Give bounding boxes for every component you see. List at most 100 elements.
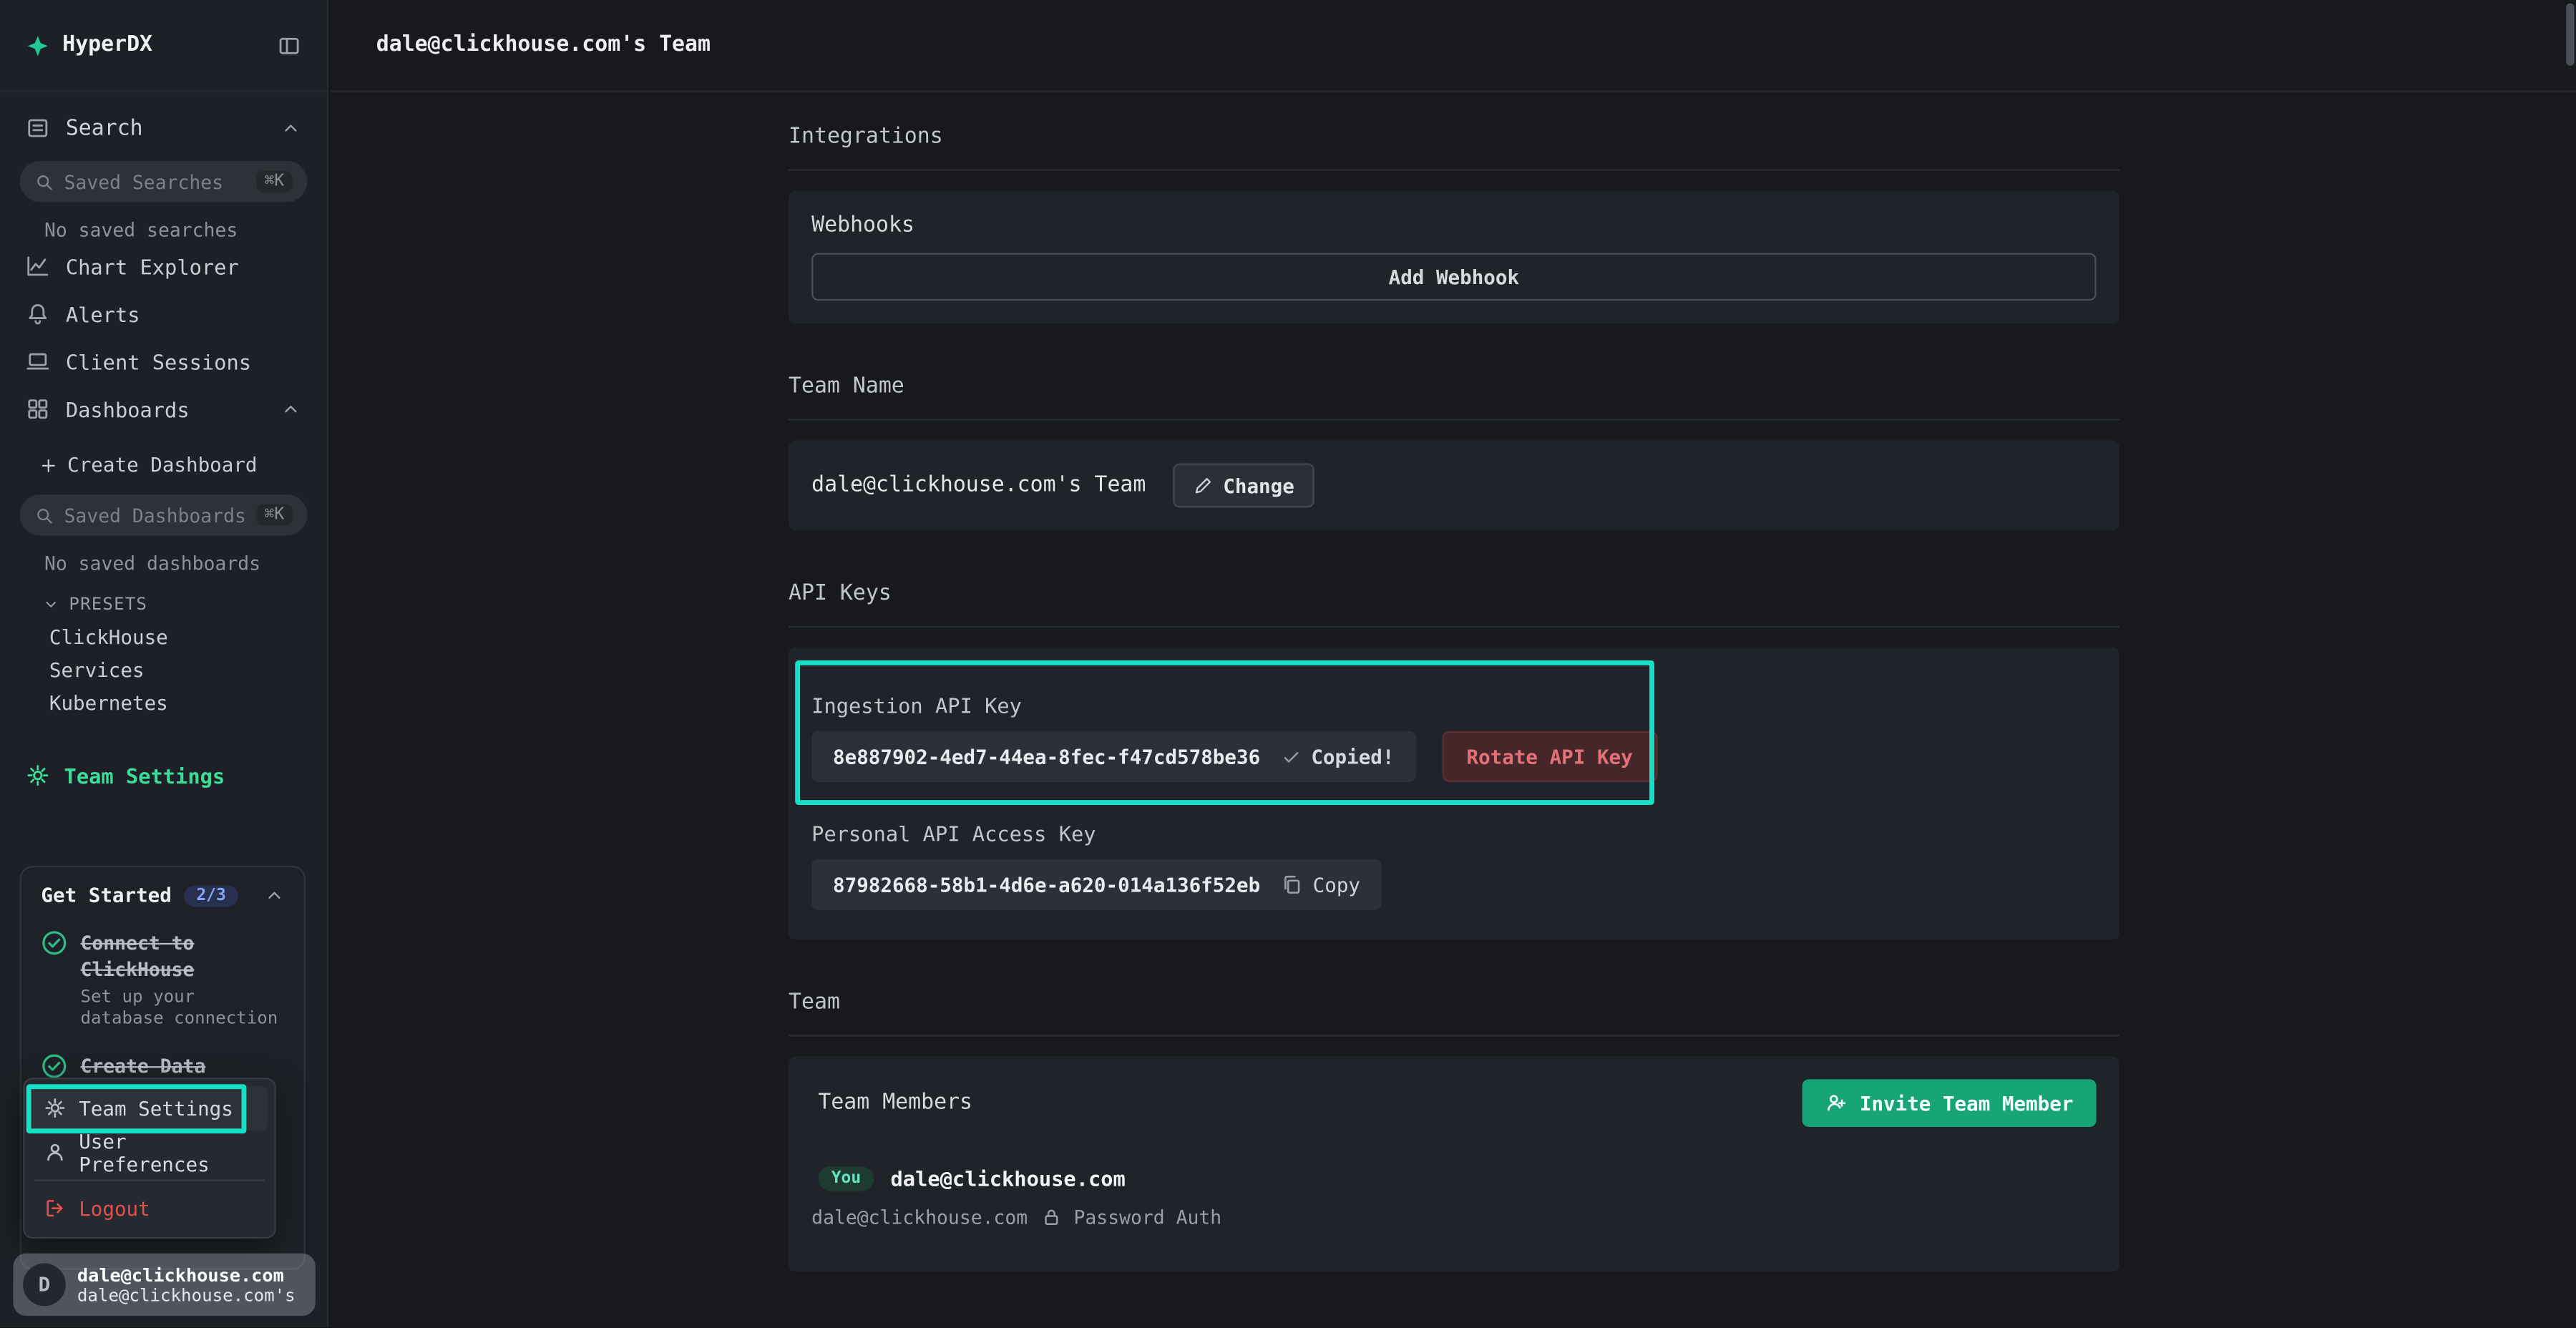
team-name-card: dale@clickhouse.com's Team Change <box>789 440 2119 530</box>
alerts-label: Alerts <box>66 301 140 326</box>
member-email: dale@clickhouse.com <box>811 1206 1028 1229</box>
get-started-item-title: Connect to ClickHouse <box>80 932 194 981</box>
gear-icon <box>44 1098 66 1119</box>
scrollbar-thumb[interactable] <box>2566 4 2574 66</box>
chevron-up-icon[interactable] <box>265 885 285 905</box>
search-icon <box>34 172 54 192</box>
ingestion-key-box[interactable]: 8e887902-4ed7-44ea-8fec-f47cd578be36 Cop… <box>811 731 1415 782</box>
grid-icon <box>26 398 49 421</box>
team-heading: Team <box>789 990 2119 1036</box>
main-area: dale@clickhouse.com's Team Integrations … <box>330 0 2575 1327</box>
sidebar-item-team-settings[interactable]: Team Settings <box>0 753 327 799</box>
add-webhook-button[interactable]: Add Webhook <box>811 253 2096 301</box>
user-team-name: dale@clickhouse.com's <box>77 1286 296 1306</box>
team-name-heading: Team Name <box>789 374 2119 420</box>
client-sessions-label: Client Sessions <box>66 349 251 374</box>
saved-searches-input[interactable]: Saved Searches ⌘K <box>20 161 308 202</box>
team-member-row: You dale@clickhouse.com <box>818 1166 2096 1191</box>
user-account-button[interactable]: D dale@clickhouse.com dale@clickhouse.co… <box>13 1254 315 1316</box>
preset-clickhouse[interactable]: ClickHouse <box>0 621 327 654</box>
copied-label: Copied! <box>1311 745 1394 768</box>
preset-kubernetes[interactable]: Kubernetes <box>0 687 327 720</box>
chevron-down-icon <box>43 596 59 612</box>
api-keys-card: Ingestion API Key 8e887902-4ed7-44ea-8fe… <box>789 648 2119 940</box>
get-started-item[interactable]: Connect to ClickHouse Set up your databa… <box>41 929 284 1030</box>
sidebar-item-alerts[interactable]: Alerts <box>0 290 327 336</box>
get-started-item-desc: Set up your database connection <box>80 987 284 1030</box>
app-window: HyperDX Search Saved Searches ⌘K No save… <box>0 0 2576 1327</box>
hyperdx-logo-icon <box>26 34 49 57</box>
dashboards-label: Dashboards <box>66 396 190 421</box>
change-team-name-button[interactable]: Change <box>1172 463 1314 507</box>
avatar: D <box>23 1264 66 1307</box>
person-icon <box>44 1142 66 1163</box>
search-section-icon <box>26 117 49 140</box>
logout-icon <box>44 1198 66 1219</box>
ingestion-key-value: 8e887902-4ed7-44ea-8fec-f47cd578be36 <box>833 745 1260 768</box>
user-menu-popup: Team Settings User Preferences Logout <box>23 1078 276 1239</box>
chevron-up-icon[interactable] <box>281 399 301 419</box>
user-name: dale@clickhouse.com <box>77 1264 296 1286</box>
rotate-api-key-button[interactable]: Rotate API Key <box>1442 731 1657 782</box>
logo-row: HyperDX <box>0 0 327 92</box>
check-icon <box>1282 746 1302 766</box>
ingestion-key-label: Ingestion API Key <box>811 693 2096 718</box>
clipboard-icon <box>1282 874 1303 895</box>
copied-indicator: Copied! <box>1282 745 1394 768</box>
search-icon <box>34 505 54 525</box>
shortcut-badge: ⌘K <box>256 504 293 526</box>
create-dashboard-button[interactable]: Create Dashboard <box>0 445 327 484</box>
check-circle-icon <box>41 929 67 1030</box>
api-keys-heading: API Keys <box>789 582 2119 628</box>
sidebar-section-search[interactable]: Search <box>0 105 327 151</box>
no-saved-searches-text: No saved searches <box>44 218 327 241</box>
team-settings-label: Team Settings <box>64 763 225 787</box>
menu-divider <box>34 1179 264 1181</box>
no-saved-dashboards-text: No saved dashboards <box>44 552 327 575</box>
chevron-up-icon[interactable] <box>281 118 301 138</box>
member-details-row: dale@clickhouse.com Password Auth <box>811 1206 2096 1229</box>
member-name: dale@clickhouse.com <box>891 1166 1126 1191</box>
auth-method: Password Auth <box>1074 1206 1222 1229</box>
menu-user-preferences-label: User Preferences <box>79 1129 255 1175</box>
preset-services[interactable]: Services <box>0 654 327 687</box>
change-button-label: Change <box>1223 474 1294 497</box>
chart-explorer-label: Chart Explorer <box>66 254 239 278</box>
sidebar-item-dashboards[interactable]: Dashboards <box>0 386 327 432</box>
collapse-sidebar-icon[interactable] <box>278 34 301 57</box>
personal-key-box[interactable]: 87982668-58b1-4d6e-a620-014a136f52eb Cop… <box>811 859 1382 910</box>
integrations-heading: Integrations <box>789 125 2119 170</box>
search-section-label: Search <box>66 116 143 140</box>
menu-item-user-preferences[interactable]: User Preferences <box>31 1131 268 1175</box>
saved-dashboards-placeholder: Saved Dashboards <box>64 504 246 527</box>
presets-label: PRESETS <box>69 595 147 615</box>
menu-item-logout[interactable]: Logout <box>31 1186 268 1231</box>
bell-icon <box>26 302 49 325</box>
team-members-card: Team Members Invite Team Member You dale… <box>789 1056 2119 1271</box>
chart-icon <box>26 255 49 278</box>
saved-searches-placeholder: Saved Searches <box>64 170 224 193</box>
get-started-title: Get Started <box>41 884 171 907</box>
webhooks-card: Webhooks Add Webhook <box>789 190 2119 323</box>
laptop-icon <box>26 350 49 373</box>
menu-logout-label: Logout <box>79 1197 150 1220</box>
get-started-progress-badge: 2/3 <box>185 884 238 906</box>
invite-team-member-button[interactable]: Invite Team Member <box>1802 1079 2096 1127</box>
menu-item-team-settings[interactable]: Team Settings <box>31 1086 268 1131</box>
sidebar-item-client-sessions[interactable]: Client Sessions <box>0 338 327 384</box>
saved-dashboards-input[interactable]: Saved Dashboards ⌘K <box>20 494 308 535</box>
copy-label: Copy <box>1313 873 1360 896</box>
invite-button-label: Invite Team Member <box>1860 1092 2074 1115</box>
page-header: dale@clickhouse.com's Team <box>330 0 2575 92</box>
copy-button[interactable]: Copy <box>1282 873 1360 896</box>
person-plus-icon <box>1825 1093 1847 1114</box>
page-title: dale@clickhouse.com's Team <box>376 33 711 57</box>
app-name: HyperDX <box>62 33 152 57</box>
team-members-title: Team Members <box>818 1090 972 1115</box>
presets-toggle[interactable]: PRESETS <box>0 588 327 621</box>
sidebar-item-chart-explorer[interactable]: Chart Explorer <box>0 243 327 289</box>
lock-icon <box>1041 1207 1061 1227</box>
gear-icon <box>26 764 49 787</box>
menu-team-settings-label: Team Settings <box>79 1097 233 1120</box>
pencil-icon <box>1192 476 1212 496</box>
